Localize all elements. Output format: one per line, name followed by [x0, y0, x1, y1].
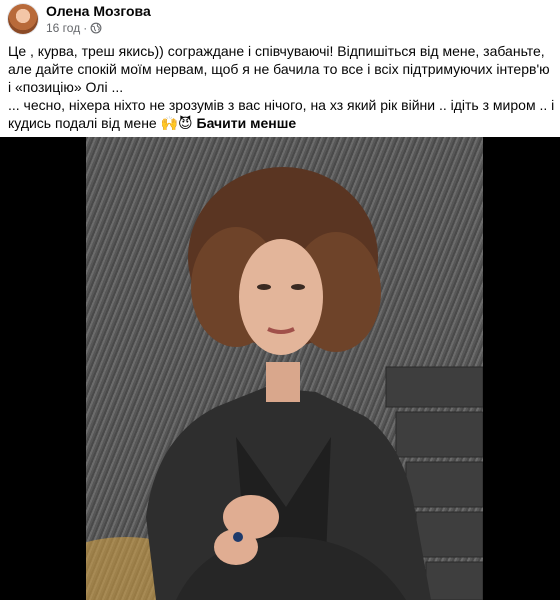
post-header: Олена Мозгова 16 год ·	[0, 0, 560, 40]
post-text-paragraph-1: Це , курва, треш якись)) сограждане і сп…	[8, 43, 550, 95]
meta-separator: ·	[83, 21, 88, 35]
post-text: Це , курва, треш якись)) сограждане і сп…	[8, 42, 556, 132]
post-meta: 16 год ·	[46, 21, 102, 35]
author-name[interactable]: Олена Мозгова	[46, 3, 151, 19]
photo-scene	[86, 167, 483, 600]
post-photo-container[interactable]	[0, 137, 560, 600]
avatar[interactable]	[8, 4, 38, 34]
post-photo[interactable]	[86, 137, 483, 600]
see-less-link[interactable]: Бачити менше	[197, 115, 297, 131]
post-text-paragraph-2: ... чесно, ніхера ніхто не зрозумів з ва…	[8, 96, 556, 132]
emoji-text: 🙌😈	[160, 115, 193, 131]
post-time[interactable]: 16 год	[46, 21, 80, 35]
globe-icon[interactable]	[90, 22, 102, 34]
